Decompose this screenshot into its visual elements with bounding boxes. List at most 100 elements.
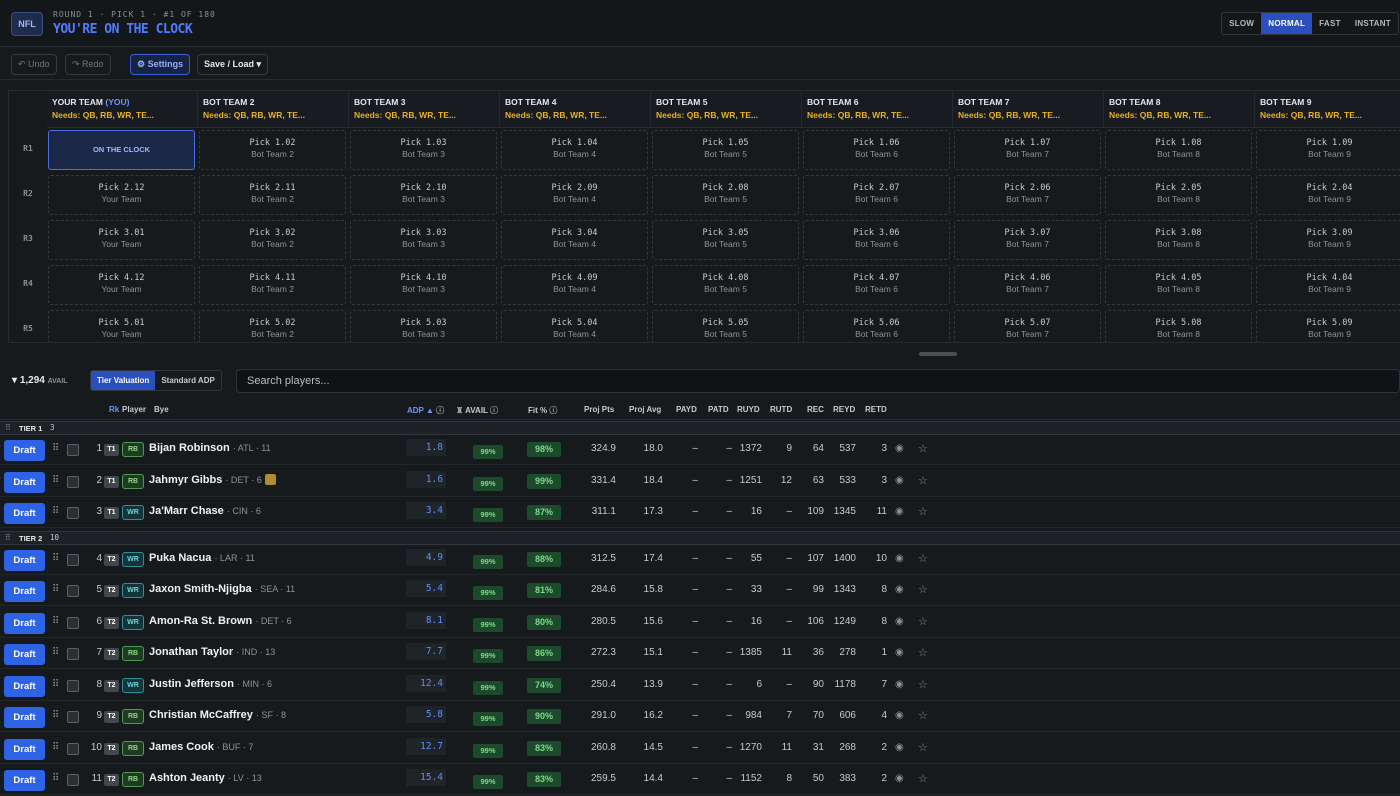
watch-eye-icon[interactable]: ◉ xyxy=(895,773,904,784)
pick-cell[interactable]: Pick 2.11 Bot Team 2 xyxy=(199,175,346,215)
pick-cell[interactable]: Pick 1.04 Bot Team 4 xyxy=(501,130,648,170)
pick-cell[interactable]: Pick 5.02 Bot Team 2 xyxy=(199,310,346,342)
pick-cell[interactable]: Pick 1.07 Bot Team 7 xyxy=(954,130,1101,170)
favorite-star-icon[interactable]: ☆ xyxy=(918,741,928,754)
select-checkbox[interactable] xyxy=(67,507,79,519)
favorite-star-icon[interactable]: ☆ xyxy=(918,474,928,487)
draft-button[interactable]: Draft xyxy=(4,612,45,634)
tier-header[interactable]: ⠿ TIER 1 3 xyxy=(0,421,1400,435)
speed-slow-button[interactable]: SLOW xyxy=(1222,13,1261,34)
drag-handle-icon[interactable]: ⠿ xyxy=(52,443,59,454)
drag-handle-icon[interactable]: ⠿ xyxy=(52,773,59,784)
player-row[interactable]: Draft ⠿ 10 T2 RB James Cook · BUF · 7 12.7 99% 8… xyxy=(0,733,1400,764)
watch-eye-icon[interactable]: ◉ xyxy=(895,584,904,595)
favorite-star-icon[interactable]: ☆ xyxy=(918,505,928,518)
pick-cell[interactable]: Pick 4.11 Bot Team 2 xyxy=(199,265,346,305)
mode-standard-adp-tab[interactable]: Standard ADP xyxy=(155,371,221,390)
col-patd[interactable]: PATD xyxy=(708,405,729,414)
watch-eye-icon[interactable]: ◉ xyxy=(895,616,904,627)
favorite-star-icon[interactable]: ☆ xyxy=(918,442,928,455)
drag-handle-icon[interactable]: ⠿ xyxy=(5,423,11,432)
player-row[interactable]: Draft ⠿ 1 T1 RB Bijan Robinson · ATL · 11 1.8 9… xyxy=(0,434,1400,465)
pick-cell[interactable]: Pick 5.08 Bot Team 8 xyxy=(1105,310,1252,342)
select-checkbox[interactable] xyxy=(67,711,79,723)
player-name[interactable]: Puka Nacua · LAR · 11 xyxy=(149,552,255,564)
player-row[interactable]: Draft ⠿ 11 T2 RB Ashton Jeanty · LV · 13 15.4 9… xyxy=(0,764,1400,795)
pick-cell[interactable]: Pick 4.10 Bot Team 3 xyxy=(350,265,497,305)
drag-handle-icon[interactable]: ⠿ xyxy=(5,533,11,542)
drag-handle-icon[interactable]: ⠿ xyxy=(52,584,59,595)
player-name[interactable]: Ashton Jeanty · LV · 13 xyxy=(149,772,262,784)
pick-cell[interactable]: Pick 1.03 Bot Team 3 xyxy=(350,130,497,170)
player-name[interactable]: Jonathan Taylor · IND · 13 xyxy=(149,646,275,658)
team-header[interactable]: BOT TEAM 8 Needs: QB, RB, WR, TE... xyxy=(1104,91,1255,128)
col-rank[interactable]: Rk xyxy=(109,405,119,414)
select-checkbox[interactable] xyxy=(67,679,79,692)
pick-cell[interactable]: Pick 3.03 Bot Team 3 xyxy=(350,220,497,260)
draft-board[interactable]: YOUR TEAM (YOU) Needs: QB, RB, WR, TE... B… xyxy=(8,90,1400,343)
select-checkbox[interactable] xyxy=(67,475,79,488)
player-search-input[interactable] xyxy=(236,369,1400,393)
pick-cell[interactable]: Pick 5.04 Bot Team 4 xyxy=(501,310,648,342)
pick-cell[interactable]: Pick 1.05 Bot Team 5 xyxy=(652,130,799,170)
pick-cell[interactable]: Pick 2.10 Bot Team 3 xyxy=(350,175,497,215)
undo-button[interactable]: ↶ Undo xyxy=(11,54,57,75)
pick-cell[interactable]: Pick 5.01 Your Team xyxy=(48,310,195,342)
pick-cell[interactable]: Pick 2.06 Bot Team 7 xyxy=(954,175,1101,215)
favorite-star-icon[interactable]: ☆ xyxy=(918,678,928,691)
drag-handle-icon[interactable]: ⠿ xyxy=(52,553,59,564)
col-retd[interactable]: RETD xyxy=(865,405,887,414)
drag-handle-icon[interactable]: ⠿ xyxy=(52,742,59,753)
draft-button[interactable]: Draft xyxy=(4,770,45,791)
player-row[interactable]: Draft ⠿ 3 T1 WR Ja'Marr Chase · CIN · 6 3.4 99%… xyxy=(0,497,1400,528)
player-name[interactable]: James Cook · BUF · 7 xyxy=(149,741,253,753)
select-checkbox[interactable] xyxy=(67,553,79,566)
pick-cell[interactable]: Pick 4.09 Bot Team 4 xyxy=(501,265,648,305)
player-name[interactable]: Amon-Ra St. Brown · DET · 6 xyxy=(149,615,292,627)
col-avail[interactable]: ♜ AVAIL ⓘ xyxy=(456,405,498,416)
player-row[interactable]: Draft ⠿ 8 T2 WR Justin Jefferson · MIN · 6 12.… xyxy=(0,670,1400,701)
player-row[interactable]: Draft ⠿ 5 T2 WR Jaxon Smith-Njigba · SEA · 11… xyxy=(0,575,1400,606)
team-header[interactable]: BOT TEAM 2 Needs: QB, RB, WR, TE... xyxy=(198,91,349,128)
draft-button[interactable]: Draft xyxy=(4,675,45,697)
favorite-star-icon[interactable]: ☆ xyxy=(918,709,928,722)
watch-eye-icon[interactable]: ◉ xyxy=(895,742,904,753)
pick-cell[interactable]: Pick 5.05 Bot Team 5 xyxy=(652,310,799,342)
pick-cell[interactable]: Pick 4.07 Bot Team 6 xyxy=(803,265,950,305)
col-fit[interactable]: Fit % ⓘ xyxy=(528,405,557,416)
select-checkbox[interactable] xyxy=(67,585,79,597)
draft-button[interactable]: Draft xyxy=(4,503,45,524)
col-rutd[interactable]: RUTD xyxy=(770,405,792,414)
on-the-clock-cell[interactable]: ON THE CLOCK xyxy=(48,130,195,170)
col-proj-avg[interactable]: Proj Avg xyxy=(629,405,661,414)
save-load-dropdown[interactable]: Save / Load ▾ xyxy=(197,54,269,75)
drag-handle-icon[interactable]: ⠿ xyxy=(52,647,59,658)
team-header[interactable]: BOT TEAM 6 Needs: QB, RB, WR, TE... xyxy=(802,91,953,128)
team-header[interactable]: BOT TEAM 9 Needs: QB, RB, WR, TE... xyxy=(1255,91,1400,128)
pick-cell[interactable]: Pick 4.05 Bot Team 8 xyxy=(1105,265,1252,305)
resize-handle[interactable] xyxy=(919,352,957,356)
col-ruyd[interactable]: RUYD xyxy=(737,405,760,414)
player-row[interactable]: Draft ⠿ 2 T1 RB Jahmyr Gibbs · DET · 6 Q 1.6 99%… xyxy=(0,466,1400,497)
favorite-star-icon[interactable]: ☆ xyxy=(918,552,928,565)
watch-eye-icon[interactable]: ◉ xyxy=(895,475,904,486)
drag-handle-icon[interactable]: ⠿ xyxy=(52,506,59,517)
player-row[interactable]: Draft ⠿ 6 T2 WR Amon-Ra St. Brown · DET · 6 8.… xyxy=(0,607,1400,638)
player-name[interactable]: Jahmyr Gibbs · DET · 6Q xyxy=(149,473,276,486)
draft-button[interactable]: Draft xyxy=(4,738,45,760)
pick-cell[interactable]: Pick 1.06 Bot Team 6 xyxy=(803,130,950,170)
pick-cell[interactable]: Pick 3.04 Bot Team 4 xyxy=(501,220,648,260)
pick-cell[interactable]: Pick 2.12 Your Team xyxy=(48,175,195,215)
col-bye[interactable]: Bye xyxy=(154,405,169,414)
speed-instant-button[interactable]: INSTANT xyxy=(1348,13,1398,34)
select-checkbox[interactable] xyxy=(67,616,79,629)
pick-cell[interactable]: Pick 2.04 Bot Team 9 xyxy=(1256,175,1400,215)
pick-cell[interactable]: Pick 2.09 Bot Team 4 xyxy=(501,175,648,215)
draft-button[interactable]: Draft xyxy=(4,549,45,571)
pick-cell[interactable]: Pick 3.06 Bot Team 6 xyxy=(803,220,950,260)
team-header[interactable]: BOT TEAM 5 Needs: QB, RB, WR, TE... xyxy=(651,91,802,128)
pick-cell[interactable]: Pick 4.08 Bot Team 5 xyxy=(652,265,799,305)
select-checkbox[interactable] xyxy=(67,648,79,660)
favorite-star-icon[interactable]: ☆ xyxy=(918,772,928,785)
pick-cell[interactable]: Pick 5.06 Bot Team 6 xyxy=(803,310,950,342)
